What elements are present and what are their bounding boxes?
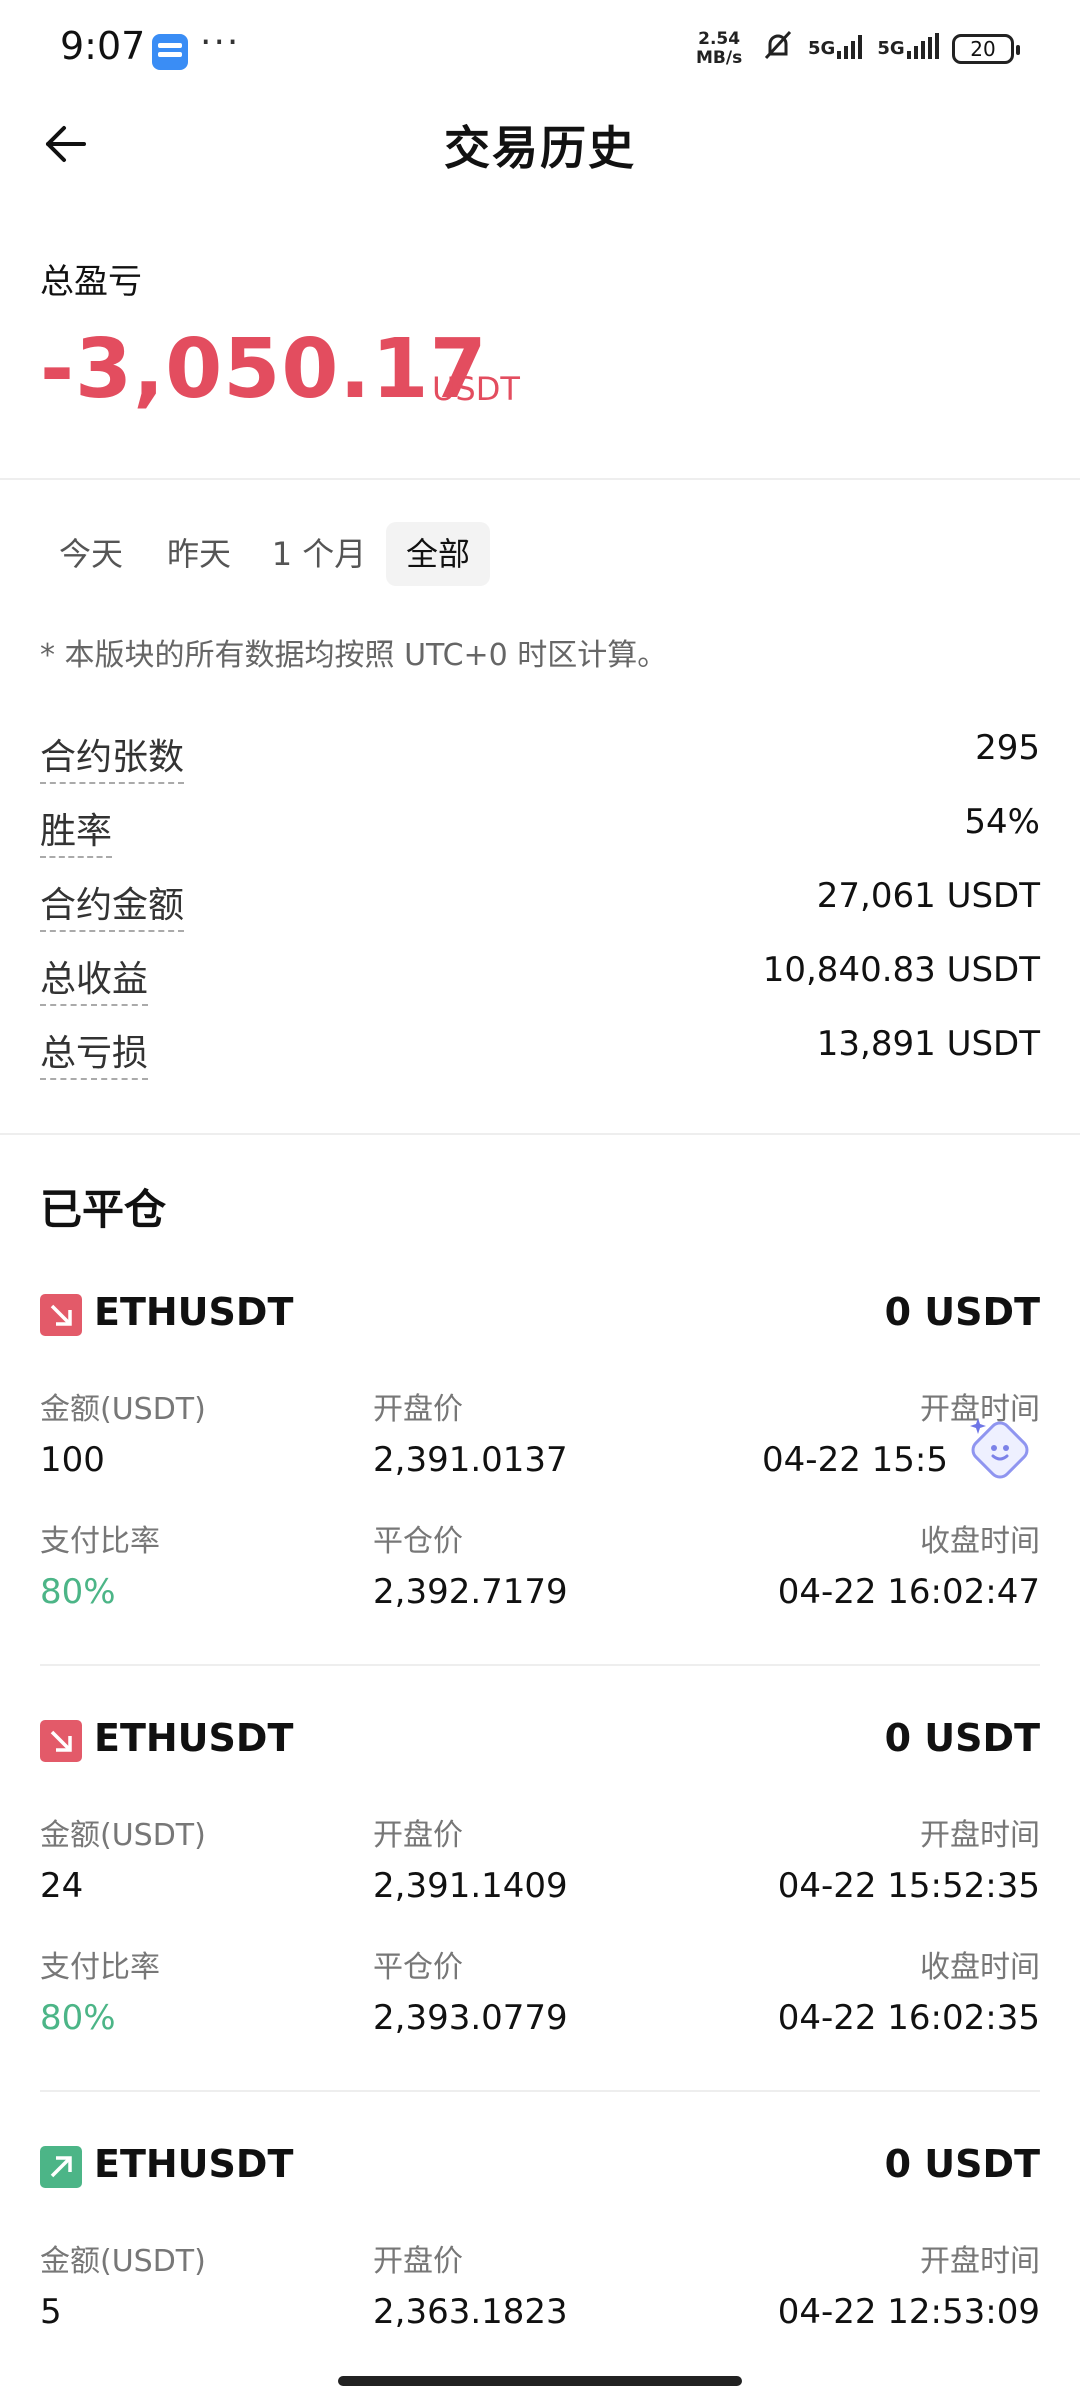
trade-divider	[40, 2090, 1040, 2092]
battery-icon: 20	[952, 34, 1020, 64]
close-time-label: 收盘时间	[920, 1950, 1040, 1985]
close-price-label: 平仓价	[373, 1950, 463, 1985]
stat-label-contracts[interactable]: 合约张数	[40, 728, 185, 784]
arrow-up-right-icon	[40, 2146, 82, 2188]
stat-value-total-loss: 13,891 USDT	[816, 1024, 1040, 1064]
open-price-label: 开盘价	[373, 1818, 463, 1853]
tab-yesterday[interactable]: 昨天	[148, 522, 250, 586]
close-time-value: 04-22 16:02:47	[777, 1572, 1040, 1612]
open-time-value: 04-22 12:53:09	[777, 2292, 1040, 2332]
closed-positions-title: 已平仓	[40, 1185, 167, 1234]
tab-today[interactable]: 今天	[40, 522, 142, 586]
close-price-value: 2,393.0779	[373, 1998, 568, 2038]
signal-bars-icon	[906, 33, 939, 59]
open-time-label: 开盘时间	[920, 2244, 1040, 2279]
open-price-value: 2,363.1823	[373, 2292, 568, 2332]
payout-label: 支付比率	[40, 1950, 160, 1985]
signal-label-1: 5G	[808, 38, 836, 59]
stat-value-contract-amount: 27,061 USDT	[816, 876, 1040, 916]
amount-value: 100	[40, 1440, 105, 1480]
timezone-note: * 本版块的所有数据均按照 UTC+0 时区计算。	[40, 638, 668, 673]
total-pnl-value: -3,050.17	[40, 322, 488, 417]
home-indicator[interactable]	[338, 2376, 742, 2386]
tab-all[interactable]: 全部	[386, 522, 490, 586]
tab-one-month[interactable]: 1 个月	[258, 522, 380, 586]
payout-value: 80%	[40, 1998, 116, 2038]
open-price-label: 开盘价	[373, 1392, 463, 1427]
open-time-value: 04-22 15:5	[762, 1440, 948, 1480]
open-price-value: 2,391.0137	[373, 1440, 568, 1480]
close-price-value: 2,392.7179	[373, 1572, 568, 1612]
trade-symbol[interactable]: ETHUSDT	[94, 1716, 293, 1760]
open-price-label: 开盘价	[373, 2244, 463, 2279]
app-notification-icon	[152, 34, 188, 70]
stat-label-total-loss[interactable]: 总亏损	[40, 1024, 149, 1080]
amount-value: 24	[40, 1866, 84, 1906]
payout-value: 80%	[40, 1572, 116, 1612]
trade-pnl: 0 USDT	[884, 1716, 1040, 1760]
open-time-value: 04-22 15:52:35	[777, 1866, 1040, 1906]
close-time-label: 收盘时间	[920, 1524, 1040, 1559]
page-title: 交易历史	[444, 121, 636, 175]
net-speed-unit: MB/s	[696, 48, 743, 68]
section-divider	[0, 478, 1080, 480]
trade-divider	[40, 1664, 1040, 1666]
open-time-label: 开盘时间	[920, 1818, 1040, 1853]
mute-icon	[764, 30, 792, 60]
payout-label: 支付比率	[40, 1524, 160, 1559]
signal-bars-icon	[837, 35, 863, 59]
arrow-down-right-icon	[40, 1294, 82, 1336]
close-price-label: 平仓价	[373, 1524, 463, 1559]
close-time-value: 04-22 16:02:35	[777, 1998, 1040, 2038]
trade-symbol[interactable]: ETHUSDT	[94, 2142, 293, 2186]
floating-assistant-button[interactable]	[964, 1412, 1036, 1484]
stat-label-win-rate[interactable]: 胜率	[40, 802, 113, 858]
stat-value-contracts: 295	[975, 728, 1040, 768]
net-speed-value: 2.54	[698, 29, 741, 49]
stat-label-total-profit[interactable]: 总收益	[40, 950, 149, 1006]
stat-value-total-profit: 10,840.83 USDT	[762, 950, 1040, 990]
stat-value-win-rate: 54%	[964, 802, 1040, 842]
open-price-value: 2,391.1409	[373, 1866, 568, 1906]
amount-label: 金额(USDT)	[40, 1818, 206, 1853]
sparkle-assistant-icon	[970, 1418, 1029, 1479]
status-icons: 5G 5G	[758, 28, 943, 64]
trade-pnl: 0 USDT	[884, 2142, 1040, 2186]
net-speed: 2.54 MB/s	[696, 30, 742, 68]
amount-label: 金额(USDT)	[40, 1392, 206, 1427]
more-notifications-icon: ···	[200, 22, 241, 63]
total-pnl-unit: USDT	[432, 370, 520, 408]
trade-symbol[interactable]: ETHUSDT	[94, 1290, 293, 1334]
amount-label: 金额(USDT)	[40, 2244, 206, 2279]
section-divider	[0, 1133, 1080, 1135]
amount-value: 5	[40, 2292, 62, 2332]
arrow-down-right-icon	[40, 1720, 82, 1762]
status-time: 9:07	[60, 24, 146, 68]
trade-pnl: 0 USDT	[884, 1290, 1040, 1334]
total-pnl-label: 总盈亏	[40, 262, 142, 302]
signal-label-2: 5G	[877, 38, 905, 59]
stat-label-contract-amount[interactable]: 合约金额	[40, 876, 185, 932]
